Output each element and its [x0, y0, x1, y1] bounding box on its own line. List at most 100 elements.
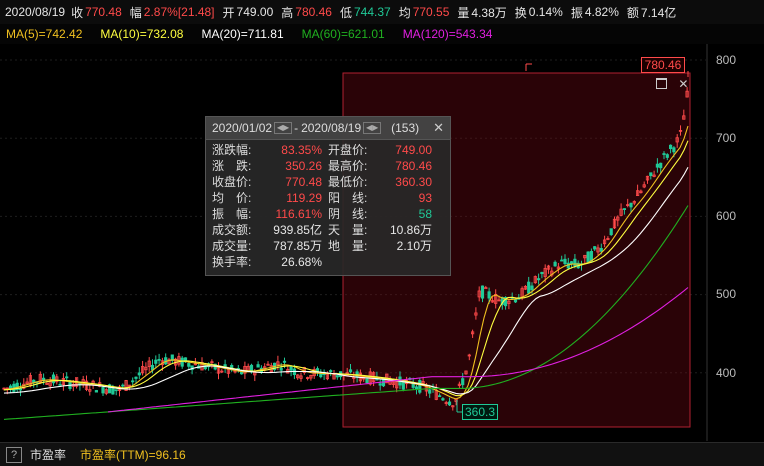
candle-body	[187, 363, 191, 367]
open-value: 749.00	[236, 5, 274, 19]
candle-body	[441, 398, 445, 401]
range-separator: -	[294, 121, 299, 135]
candle-body	[8, 385, 13, 389]
candle-body	[414, 386, 419, 390]
stat-value: 749.00	[395, 143, 432, 157]
candle-body	[180, 357, 184, 367]
avg-label: 均	[398, 5, 411, 20]
candle-body	[319, 373, 323, 378]
candle-body	[447, 401, 452, 406]
pe-indicator-tab[interactable]: 市盈率	[30, 446, 66, 463]
low-price-tag: 360.3	[462, 404, 498, 420]
candle-body	[101, 387, 105, 394]
stat-value: 2.10万	[396, 239, 432, 253]
candle-body	[329, 370, 333, 372]
stat-value: 350.26	[285, 159, 322, 173]
stat-label: 阳 线:	[328, 191, 368, 205]
candle-body	[137, 372, 141, 376]
stat-label: 均 价:	[212, 191, 252, 205]
price-axis-tick: 700	[715, 131, 736, 145]
close-value: 770.48	[85, 5, 122, 19]
volume-value: 4.38万	[471, 5, 507, 20]
turnover-label: 换	[514, 5, 527, 20]
candle-body	[560, 259, 564, 262]
candle-body	[134, 376, 138, 379]
candle-body	[570, 261, 574, 265]
indicator-bar: ? 市盈率 市盈率(TTM)=96.16	[0, 442, 764, 466]
candle-body	[655, 163, 660, 168]
amount-value: 7.14亿	[640, 5, 677, 20]
candle-body	[540, 271, 544, 275]
candle-body	[553, 261, 557, 267]
candle-body	[154, 359, 158, 364]
change-label: 幅	[129, 5, 142, 20]
stat-value: 119.29	[286, 191, 322, 205]
open-label: 开	[222, 5, 235, 20]
range-start-date: 2020/01/02	[212, 121, 273, 135]
low-label: 低	[339, 5, 352, 20]
stat-label: 换手率:	[212, 255, 252, 269]
candle-body	[437, 395, 442, 398]
stat-value: 360.30	[395, 175, 432, 189]
candle-body	[487, 291, 491, 299]
candle-body	[563, 258, 567, 265]
high-label: 高	[281, 5, 294, 20]
candle-body	[609, 228, 613, 236]
range-end-stepper[interactable]: ◀▶	[363, 122, 382, 134]
candle-body	[365, 378, 369, 384]
close-icon[interactable]: ✕	[433, 120, 444, 136]
candle-body	[599, 248, 603, 252]
candle-body	[573, 258, 577, 267]
candle-body	[157, 358, 161, 361]
candle-body	[530, 285, 534, 291]
candle-body	[480, 285, 485, 299]
range-stats-grid: 涨跌幅: 83.35% 开盘价: 749.00 涨 跌: 350.26 最高价:…	[206, 140, 450, 270]
ma-legend-bar: MA(5)=742.42 MA(10)=732.08 MA(20)=711.81…	[0, 24, 764, 44]
candle-body	[513, 299, 518, 303]
ma10-value: MA(10)=732.08	[100, 27, 184, 41]
candle-body	[669, 144, 673, 150]
price-axis-tick: 400	[715, 366, 736, 380]
candle-body	[94, 390, 98, 393]
close-icon[interactable]: ✕	[678, 77, 688, 91]
ma5-value: MA(5)=742.42	[6, 27, 83, 41]
range-end-date: 2020/08/19	[301, 121, 362, 135]
change-value: 2.87%[21.48]	[143, 5, 215, 19]
stat-label: 涨跌幅:	[212, 143, 252, 157]
candle-body	[428, 389, 432, 394]
help-button[interactable]: ?	[6, 446, 22, 463]
range-start-stepper[interactable]: ◀▶	[274, 122, 293, 134]
candle-body	[593, 246, 597, 250]
quote-bar: 2020/08/19 收 770.48 幅 2.87%[21.48] 开 749.00…	[0, 0, 764, 24]
candle-body	[672, 147, 676, 153]
stat-label: 开盘价:	[328, 143, 368, 157]
amount-label: 额	[626, 5, 639, 20]
candle-body	[378, 383, 382, 386]
range-stats-popup: 2020/01/02 ◀▶ - 2020/08/19 ◀▶ (153) ✕ 涨跌…	[205, 116, 451, 276]
price-axis-tick: 800	[715, 53, 736, 67]
candle-body	[622, 208, 627, 211]
avg-value: 770.55	[412, 5, 450, 19]
stat-value: 10.86万	[389, 223, 432, 237]
stat-value: 26.68%	[281, 255, 322, 269]
candle-body	[629, 202, 633, 208]
candle-body	[282, 360, 287, 363]
stat-label: 收盘价:	[212, 175, 252, 189]
price-axis-tick: 600	[715, 209, 736, 223]
stat-label: 最高价:	[328, 159, 368, 173]
candle-body	[58, 383, 62, 386]
candle-body	[279, 367, 283, 371]
stat-value: 780.46	[395, 159, 432, 173]
stat-label: 阴 线:	[328, 207, 368, 221]
candle-body	[121, 384, 125, 387]
low-value: 744.37	[353, 5, 391, 19]
maximize-icon[interactable]	[656, 78, 667, 90]
candle-body	[114, 389, 118, 392]
stat-value: 58	[418, 207, 432, 221]
stat-label: 振 幅:	[212, 207, 252, 221]
range-stats-header: 2020/01/02 ◀▶ - 2020/08/19 ◀▶ (153) ✕	[206, 117, 450, 140]
close-label: 收	[71, 5, 84, 20]
candle-body	[461, 378, 465, 386]
ma60-value: MA(60)=621.01	[301, 27, 385, 41]
stat-label: 最低价:	[328, 175, 368, 189]
